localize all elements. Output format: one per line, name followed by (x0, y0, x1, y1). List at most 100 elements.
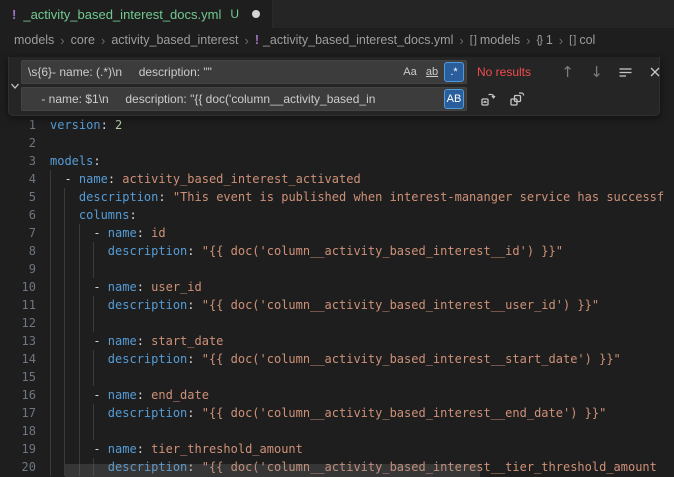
code-content: - name: end_date (50, 386, 674, 404)
indent-guide (79, 242, 80, 260)
line-number[interactable]: 4 (0, 170, 36, 188)
previous-match-button[interactable]: ↑ (557, 62, 578, 83)
line-number[interactable]: 18 (0, 422, 36, 440)
breadcrumb-item[interactable]: core (71, 33, 95, 47)
code-line[interactable]: 9 (0, 260, 674, 278)
line-number[interactable]: 17 (0, 404, 36, 422)
code-line[interactable]: 11 description: "{{ doc('column__activit… (0, 296, 674, 314)
code-content: models: (50, 152, 674, 170)
replace-button[interactable] (477, 89, 498, 110)
code-content: description: "This event is published wh… (50, 188, 674, 206)
code-content: - name: tier_threshold_amount (50, 440, 674, 458)
line-number[interactable]: 5 (0, 188, 36, 206)
code-line[interactable]: 12 (0, 314, 674, 332)
indent-guide (64, 404, 65, 422)
code-content (50, 422, 674, 440)
breadcrumb-item[interactable]: [ ]col (569, 33, 595, 47)
indent-guide (50, 440, 51, 458)
code-token: : (137, 442, 151, 456)
line-number[interactable]: 3 (0, 152, 36, 170)
breadcrumb-label: models (480, 33, 520, 47)
match-case-toggle[interactable]: Aa (400, 62, 420, 82)
whole-word-toggle[interactable]: ab (422, 62, 442, 82)
breadcrumb-item[interactable]: {}1 (537, 33, 553, 47)
line-number[interactable]: 14 (0, 350, 36, 368)
yaml-file-icon: ! (12, 7, 16, 22)
breadcrumb-item[interactable]: !_activity_based_interest_docs.yml (255, 33, 454, 47)
code-line[interactable]: 15 (0, 368, 674, 386)
toggle-replace-button[interactable] (9, 60, 21, 111)
indent-guide (64, 440, 65, 458)
code-line[interactable]: 1 version: 2 (0, 116, 674, 134)
array-icon: [ ] (569, 34, 575, 46)
line-number[interactable]: 12 (0, 314, 36, 332)
code-line[interactable]: 2 (0, 134, 674, 152)
close-find-widget-button[interactable] (644, 62, 665, 83)
breadcrumb-separator: › (559, 33, 563, 48)
code-line[interactable]: 17 description: "{{ doc('column__activit… (0, 404, 674, 422)
indent-guide (50, 386, 51, 404)
line-number[interactable]: 7 (0, 224, 36, 242)
code-content: version: 2 (50, 116, 674, 134)
code-token: : (93, 154, 100, 168)
code-token: : (137, 280, 151, 294)
code-token: version (50, 118, 101, 132)
line-number[interactable]: 16 (0, 386, 36, 404)
code-line[interactable]: 16 - name: end_date (0, 386, 674, 404)
indent-guide (50, 224, 51, 242)
next-match-button[interactable]: ↓ (586, 62, 607, 83)
code-line[interactable]: 19 - name: tier_threshold_amount (0, 440, 674, 458)
code-token: models (50, 154, 93, 168)
horizontal-scrollbar[interactable] (65, 464, 480, 477)
breadcrumb-item[interactable]: models (14, 33, 54, 47)
code-token: id (151, 226, 165, 240)
code-token: : (187, 298, 201, 312)
indent-guide (50, 170, 51, 188)
code-line[interactable]: 7 - name: id (0, 224, 674, 242)
regex-toggle[interactable]: .* (444, 62, 464, 82)
indent-guide (79, 260, 80, 278)
line-number[interactable]: 15 (0, 368, 36, 386)
line-number[interactable]: 10 (0, 278, 36, 296)
line-number[interactable]: 20 (0, 458, 36, 476)
code-line[interactable]: 14 description: "{{ doc('column__activit… (0, 350, 674, 368)
replace-all-button[interactable] (506, 89, 527, 110)
line-number[interactable]: 2 (0, 134, 36, 152)
code-line[interactable]: 13 - name: start_date (0, 332, 674, 350)
code-line[interactable]: 4 - name: activity_based_interest_activa… (0, 170, 674, 188)
editor-tab[interactable]: ! _activity_based_interest_docs.yml U (0, 0, 273, 28)
code-token: tier_threshold_amount (151, 442, 303, 456)
code-line[interactable]: 8 description: "{{ doc('column__activity… (0, 242, 674, 260)
code-content: - name: start_date (50, 332, 674, 350)
indent-guide (93, 422, 94, 440)
unsaved-changes-dot[interactable] (252, 10, 260, 18)
code-line[interactable]: 10 - name: user_id (0, 278, 674, 296)
code-line[interactable]: 5 description: "This event is published … (0, 188, 674, 206)
find-in-selection-button[interactable] (615, 62, 636, 83)
breadcrumb-item[interactable]: [ ]models (470, 33, 520, 47)
line-number[interactable]: 19 (0, 440, 36, 458)
line-number[interactable]: 9 (0, 260, 36, 278)
editor-pane[interactable]: \s{6}- name: (.*)\n description: "" Aa a… (0, 52, 674, 477)
code-token: "{{ doc('column__activity_based_interest… (202, 298, 599, 312)
replace-input[interactable]: - name: $1\n description: "{{ doc('colum… (21, 87, 467, 111)
find-input[interactable]: \s{6}- name: (.*)\n description: "" Aa a… (21, 60, 467, 84)
line-number[interactable]: 6 (0, 206, 36, 224)
indent-guide (79, 314, 80, 332)
code-token: "{{ doc('column__activity_based_interest… (202, 406, 607, 420)
code-token: : (187, 352, 201, 366)
object-icon: {} (537, 34, 542, 46)
line-number[interactable]: 8 (0, 242, 36, 260)
code-token: name (108, 442, 137, 456)
breadcrumb-item[interactable]: activity_based_interest (111, 33, 238, 47)
code-line[interactable]: 6 columns: (0, 206, 674, 224)
code-line[interactable]: 18 (0, 422, 674, 440)
code-content: description: "{{ doc('column__activity_b… (50, 350, 674, 368)
preserve-case-toggle[interactable]: AB (444, 89, 464, 109)
line-number[interactable]: 1 (0, 116, 36, 134)
code-line[interactable]: 3 models: (0, 152, 674, 170)
line-number[interactable]: 13 (0, 332, 36, 350)
find-replace-widget: \s{6}- name: (.*)\n description: "" Aa a… (8, 57, 660, 116)
code-content: description: "{{ doc('column__activity_b… (50, 404, 674, 422)
line-number[interactable]: 11 (0, 296, 36, 314)
